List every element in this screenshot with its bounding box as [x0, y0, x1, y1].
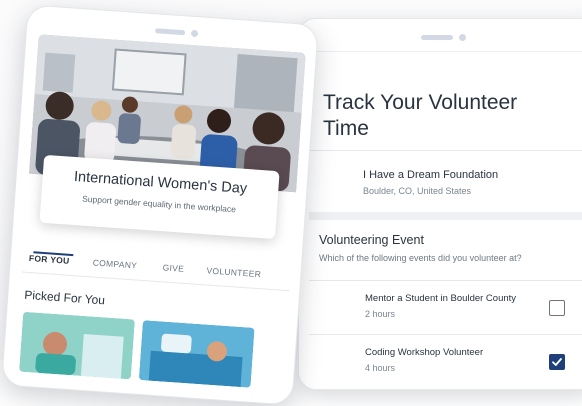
- camera-dot: [190, 29, 199, 38]
- event-option[interactable]: Mentor a Student in Boulder County 2 hou…: [309, 281, 582, 333]
- section-title: Volunteering Event: [319, 233, 424, 247]
- recommendation-card[interactable]: [138, 320, 255, 388]
- tablet-left: International Women's Day Support gender…: [1, 4, 319, 406]
- tab-for-you[interactable]: FOR YOU: [29, 251, 74, 266]
- organization-location: Boulder, CO, United States: [363, 186, 472, 196]
- event-checkbox[interactable]: [549, 300, 565, 316]
- tab-label: GIVE: [162, 262, 185, 274]
- event-hours: 2 hours: [365, 309, 396, 319]
- tablet-right: Track Your Volunteer Time I Have a Dream…: [298, 18, 582, 390]
- tab-volunteer[interactable]: VOLUNTEER: [206, 265, 261, 279]
- event-name: Coding Workshop Volunteer: [365, 347, 484, 358]
- section-separator: [309, 212, 582, 220]
- tab-company[interactable]: COMPANY: [92, 257, 137, 270]
- event-option[interactable]: Coding Workshop Volunteer 4 hours: [309, 335, 582, 387]
- volunteer-screen: Track Your Volunteer Time I Have a Dream…: [309, 51, 582, 389]
- tab-bar: FOR YOU COMPANY GIVE VOLUNTEER: [21, 245, 292, 292]
- camera-dot: [459, 34, 466, 41]
- organization-name[interactable]: I Have a Dream Foundation: [363, 169, 498, 181]
- divider: [309, 150, 582, 151]
- recommendation-card[interactable]: [19, 311, 135, 380]
- section-title: Picked For You: [23, 287, 106, 308]
- event-name: Mentor a Student in Boulder County: [365, 293, 517, 304]
- tab-label: COMPANY: [92, 257, 138, 271]
- event-hours: 4 hours: [365, 363, 396, 373]
- tab-give[interactable]: GIVE: [162, 262, 184, 273]
- campaign-screen: International Women's Day Support gender…: [14, 34, 306, 404]
- event-checkbox[interactable]: [549, 354, 565, 370]
- speaker-slot: [421, 35, 453, 40]
- speaker-slot: [154, 28, 186, 36]
- checkmark-icon: [552, 358, 562, 366]
- tab-label: VOLUNTEER: [206, 265, 262, 280]
- section-subtitle: Which of the following events did you vo…: [319, 253, 522, 263]
- page-title: Track Your Volunteer Time: [323, 91, 518, 140]
